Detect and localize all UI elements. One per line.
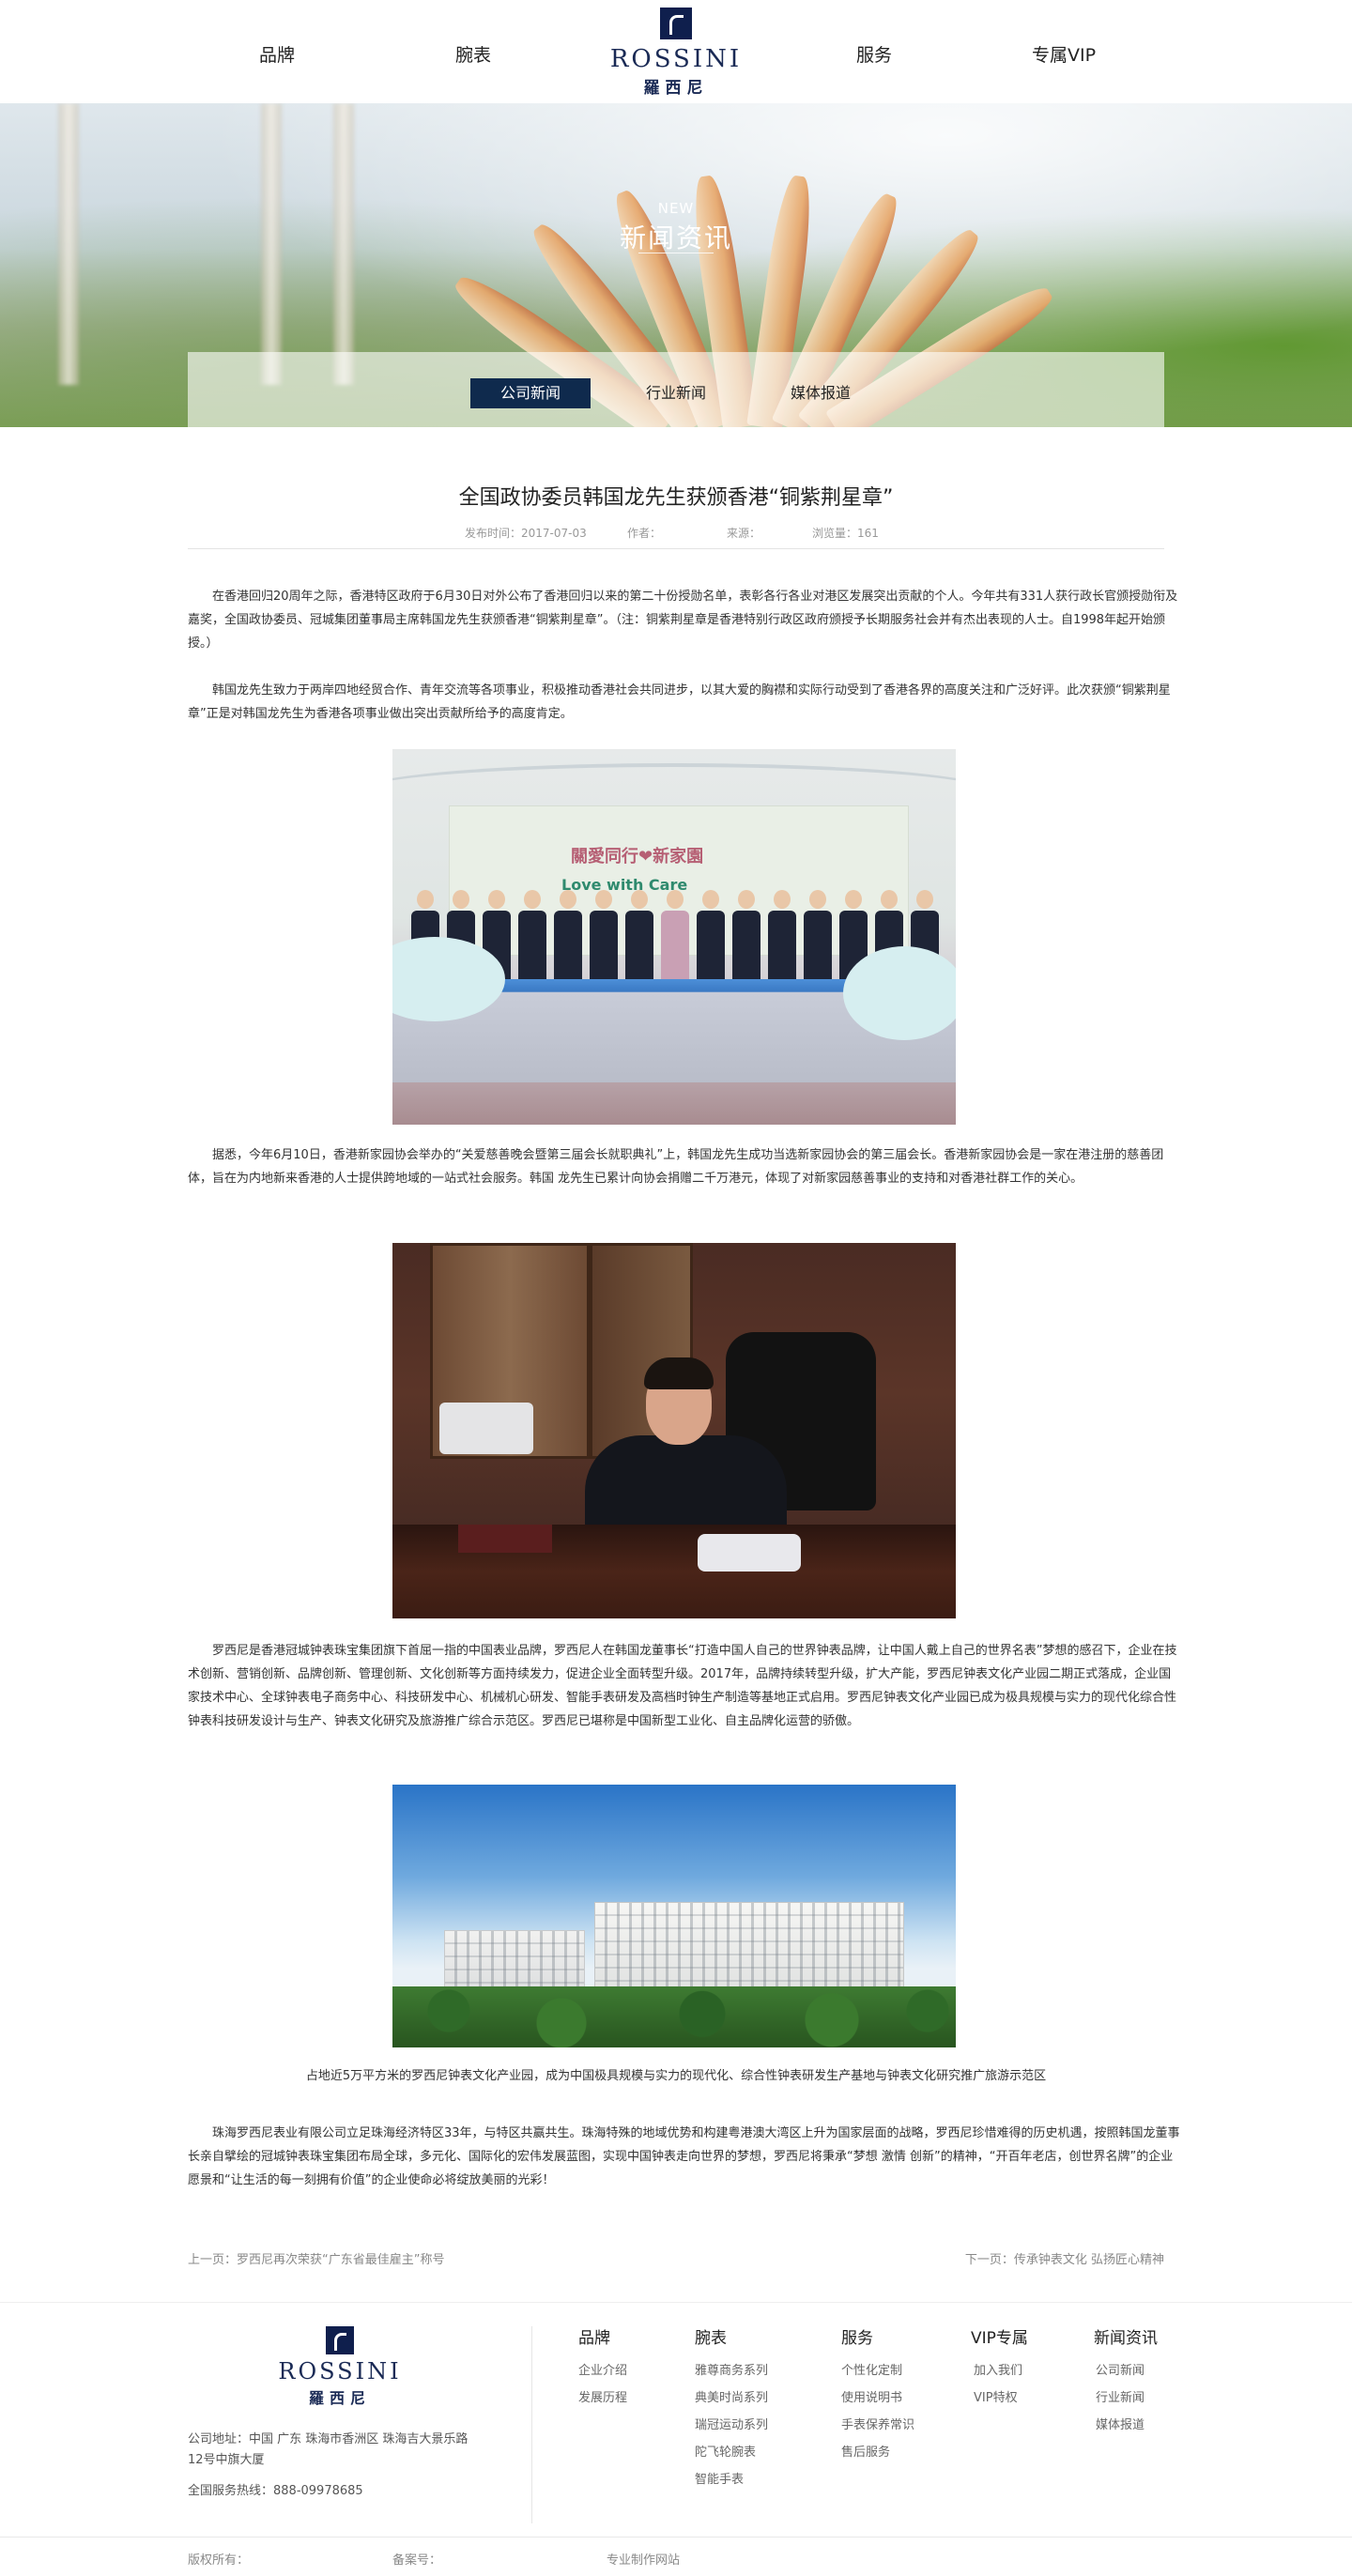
footer-link[interactable]: 智能手表 xyxy=(695,2469,744,2487)
footer-address-line2: 12号中旗大厦 xyxy=(188,2453,265,2467)
footer-link[interactable]: 售后服务 xyxy=(841,2442,890,2460)
person-figure xyxy=(768,890,796,993)
article-title: 全国政协委员韩国龙先生获颁香港“铜紫荆星章” xyxy=(458,486,894,510)
footer-col-vip[interactable]: VIP专属 xyxy=(971,2324,1028,2348)
tab-company-news[interactable]: 公司新闻 xyxy=(470,378,591,408)
logo-wordmark: ROSSINI xyxy=(609,45,743,73)
footer-link[interactable]: 行业新闻 xyxy=(1096,2387,1145,2405)
icp-number: 备案号： xyxy=(392,2553,442,2568)
footer-link[interactable]: 陀飞轮腕表 xyxy=(695,2442,756,2460)
footer-logo[interactable]: ROSSINI 羅西尼 xyxy=(263,2326,417,2408)
site-maker-link[interactable]: 专业制作网站 xyxy=(607,2550,680,2568)
nav-service[interactable]: 服务 xyxy=(799,41,949,67)
footer-link[interactable]: VIP特权 xyxy=(974,2387,1018,2405)
footer-link[interactable]: 使用说明书 xyxy=(841,2387,902,2405)
site-header: 品牌 腕表 ROSSINI 羅西尼 服务 专属VIP xyxy=(0,0,1352,103)
logo-wordmark: ROSSINI xyxy=(278,2358,402,2384)
footer-bottom-divider xyxy=(0,2537,1352,2538)
person-figure xyxy=(625,890,653,993)
article-paragraph: 珠海罗西尼表业有限公司立足珠海经济特区33年，与特区共赢共生。珠海特殊的地域优势… xyxy=(188,2126,1180,2187)
footer-link[interactable]: 瑞冠运动系列 xyxy=(695,2415,768,2432)
person-figure xyxy=(732,890,760,993)
logo-chinese: 羅西尼 xyxy=(308,2389,371,2407)
footer-hotline: 全国服务热线：888-09978685 xyxy=(188,2484,363,2498)
footer-link[interactable]: 雅尊商务系列 xyxy=(695,2360,768,2378)
banner-title: 新闻资讯 xyxy=(619,222,732,253)
person-figure xyxy=(661,890,689,993)
prev-article-link[interactable]: 上一页：罗西尼再次荣获“广东省最佳雇主”称号 xyxy=(188,2249,444,2267)
footer-link[interactable]: 发展历程 xyxy=(578,2387,627,2405)
footer-address: 公司地址：中国 广东 珠海市香洲区 珠海吉大景乐路 xyxy=(188,2432,469,2446)
footer-link[interactable]: 媒体报道 xyxy=(1096,2415,1145,2432)
footer-col-service[interactable]: 服务 xyxy=(841,2324,873,2348)
person-figure xyxy=(518,890,546,993)
article-source: 来源： xyxy=(727,527,761,540)
article-author: 作者： xyxy=(627,527,662,540)
fax-machine xyxy=(439,1403,533,1454)
desk-item xyxy=(458,1525,552,1553)
footer-col-news[interactable]: 新闻资讯 xyxy=(1094,2324,1158,2348)
person-figure xyxy=(590,890,618,993)
article-date: 发布时间：2017-07-03 xyxy=(465,527,587,540)
site-logo[interactable]: ROSSINI 羅西尼 xyxy=(599,8,753,98)
tab-industry-news[interactable]: 行业新闻 xyxy=(616,378,736,408)
title-divider xyxy=(188,548,1164,549)
news-banner: NEW 新闻资讯 公司新闻 行业新闻 媒体报道 xyxy=(0,103,1352,427)
rossini-logo-icon xyxy=(660,8,692,39)
next-article-link[interactable]: 下一页：传承钟表文化 弘扬匠心精神 xyxy=(965,2249,1164,2267)
nav-watches[interactable]: 腕表 xyxy=(398,41,548,67)
person-figure xyxy=(644,1357,714,1389)
person-figure xyxy=(804,890,832,993)
footer-link[interactable]: 企业介绍 xyxy=(578,2360,627,2378)
chairman-photo xyxy=(392,1243,956,1618)
photo-decor xyxy=(843,946,956,1040)
copyright: 版权所有： xyxy=(188,2553,250,2568)
nav-brand[interactable]: 品牌 xyxy=(202,41,352,67)
article-paragraph: 罗西尼是香港冠城钟表珠宝集团旗下首屈一指的中国表业品牌，罗西尼人在韩国龙董事长“… xyxy=(188,1644,1177,1728)
ceremony-photo: 關愛同行❤新家園 Love with Care xyxy=(392,749,956,1125)
logo-chinese: 羅西尼 xyxy=(643,79,709,98)
footer-divider xyxy=(0,2302,1352,2303)
backdrop-text: 關愛同行❤新家園 xyxy=(571,847,704,866)
industrial-park-photo xyxy=(392,1785,956,2047)
article-paragraph: 据悉，今年6月10日，香港新家园协会举办的“关爱慈善晚会暨第三届会长就职典礼”上… xyxy=(188,1148,1164,1186)
desk-phone xyxy=(698,1534,801,1572)
trees xyxy=(392,1986,956,2047)
footer-link[interactable]: 个性化定制 xyxy=(841,2360,902,2378)
footer-separator xyxy=(531,2326,532,2523)
nav-vip[interactable]: 专属VIP xyxy=(989,41,1139,67)
footer-link[interactable]: 加入我们 xyxy=(974,2360,1022,2378)
article-paragraph: 韩国龙先生致力于两岸四地经贸合作、青年交流等各项事业，积极推动香港社会共同进步，… xyxy=(188,683,1171,721)
person-figure xyxy=(554,890,582,993)
article-views: 浏览量：161 xyxy=(812,527,879,540)
article-paragraph: 在香港回归20周年之际，香港特区政府于6月30日对外公布了香港回归以来的第二十份… xyxy=(188,590,1178,651)
footer-link[interactable]: 公司新闻 xyxy=(1096,2360,1145,2378)
footer-link[interactable]: 典美时尚系列 xyxy=(695,2387,768,2405)
tab-media-reports[interactable]: 媒体报道 xyxy=(760,378,881,408)
news-tabs: 公司新闻 行业新闻 媒体报道 xyxy=(188,352,1164,427)
person-figure xyxy=(697,890,725,993)
rossini-logo-icon xyxy=(326,2326,354,2354)
footer-col-brand[interactable]: 品牌 xyxy=(578,2324,610,2348)
footer-link[interactable]: 手表保养常识 xyxy=(841,2415,914,2432)
banner-title-en: NEW xyxy=(657,200,695,217)
photo-caption: 占地近5万平方米的罗西尼钟表文化产业园，成为中国极具规模与实力的现代化、综合性钟… xyxy=(305,2069,1047,2083)
footer-col-watches[interactable]: 腕表 xyxy=(695,2324,727,2348)
